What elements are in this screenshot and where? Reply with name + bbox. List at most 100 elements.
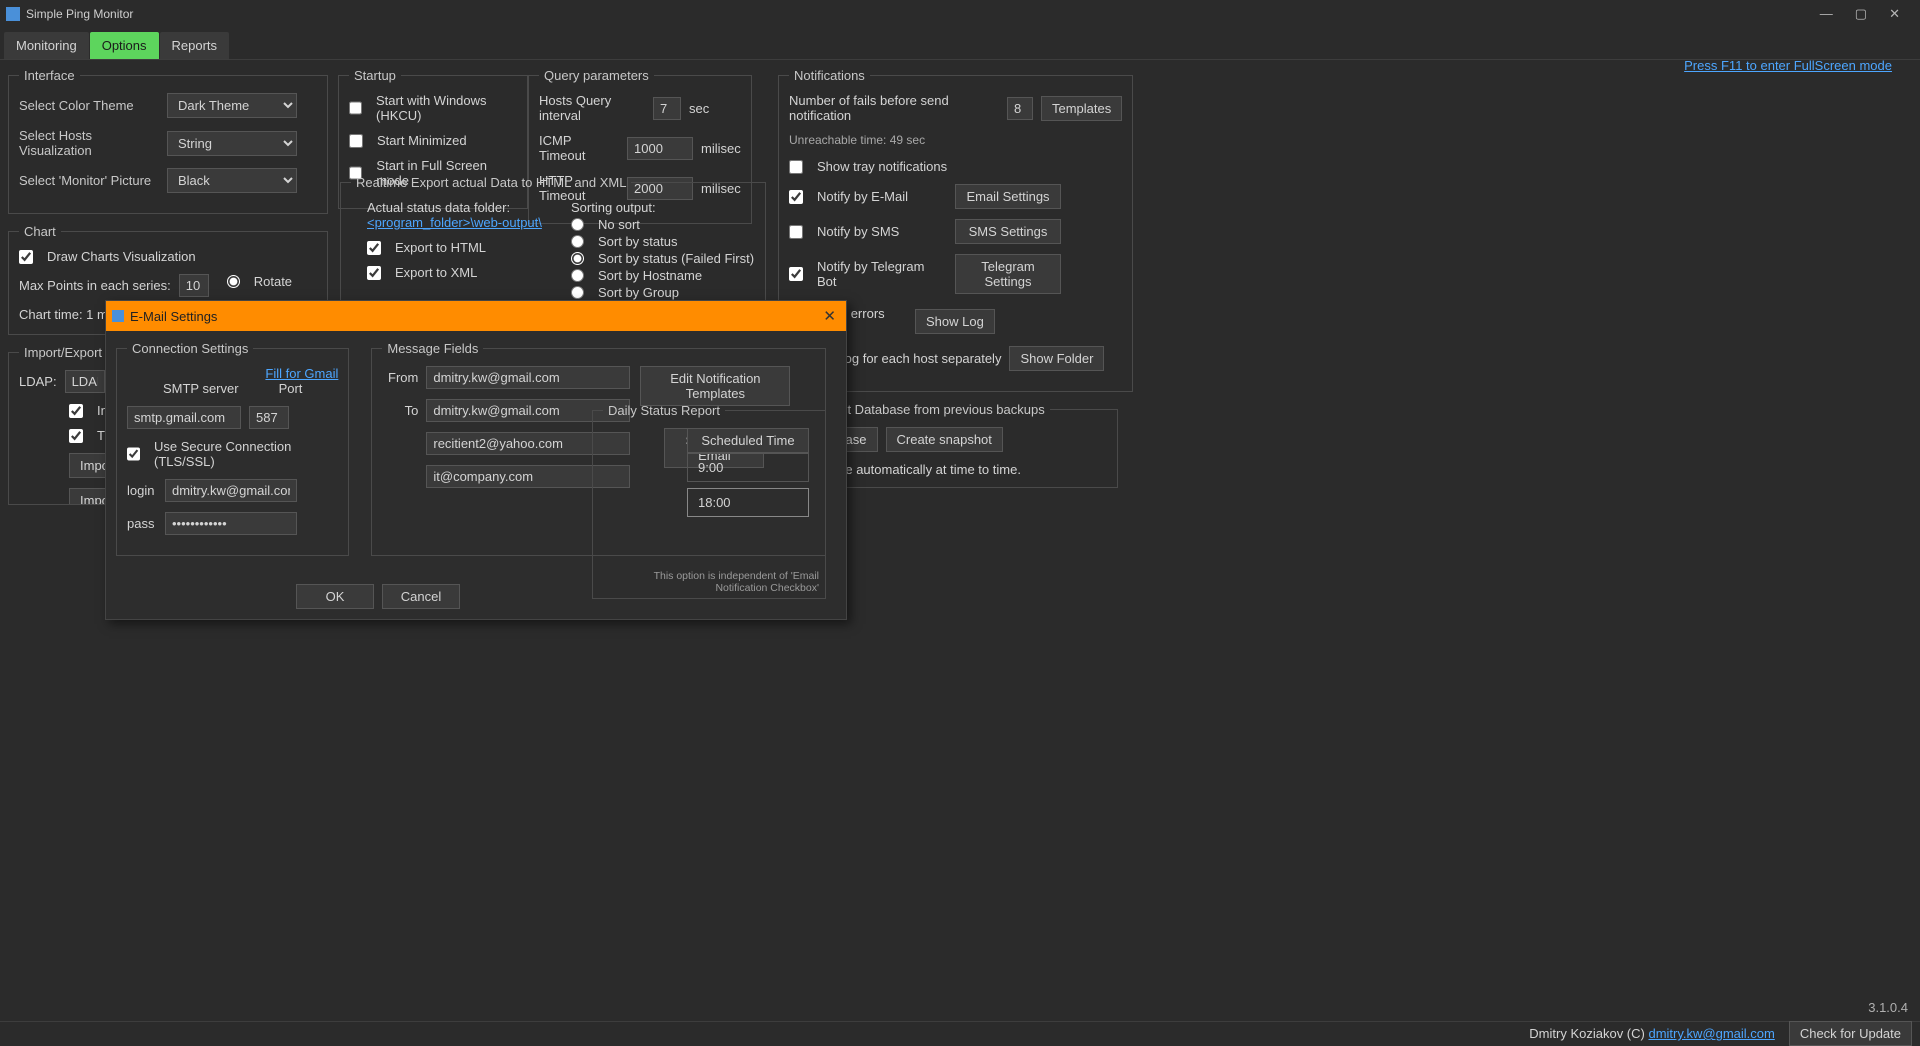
sort-fail-radio[interactable]	[571, 252, 584, 265]
interval-label: Hosts Query interval	[539, 93, 645, 123]
monitor-pic-label: Select 'Monitor' Picture	[19, 173, 159, 188]
start-min-checkbox[interactable]	[349, 134, 363, 148]
daily-note: This option is independent of 'Email Not…	[599, 570, 819, 594]
export-html-checkbox[interactable]	[367, 241, 381, 255]
snapshot-button[interactable]: Create snapshot	[886, 427, 1003, 452]
impexp-legend: Import/Export h	[19, 345, 118, 360]
interval-unit: sec	[689, 101, 709, 116]
fails-input[interactable]	[1007, 97, 1033, 120]
hosts-vis-select[interactable]: String	[167, 131, 297, 156]
daily-report-group: Daily Status Report Scheduled Time 9:00 …	[592, 403, 826, 599]
email-settings-dialog: E-Mail Settings ✕ Connection Settings Fi…	[105, 300, 847, 620]
conn-legend: Connection Settings	[127, 341, 253, 356]
start-min-label: Start Minimized	[377, 133, 467, 148]
interval-input[interactable]	[653, 97, 681, 120]
sms-checkbox[interactable]	[789, 225, 803, 239]
to-label: To	[382, 403, 418, 418]
fullscreen-hint[interactable]: Press F11 to enter FullScreen mode	[1684, 58, 1892, 73]
smtp-label: SMTP server	[163, 381, 239, 396]
query-legend: Query parameters	[539, 68, 654, 83]
login-input[interactable]	[165, 479, 297, 502]
dialog-close-icon[interactable]: ✕	[819, 307, 840, 325]
pass-input[interactable]	[165, 512, 297, 535]
inc-checkbox[interactable]	[69, 404, 83, 418]
smtp-input[interactable]	[127, 406, 241, 429]
draw-charts-checkbox[interactable]	[19, 250, 33, 264]
icmp-label: ICMP Timeout	[539, 133, 619, 163]
export-group: Realtime Export actual Data to HTML and …	[340, 175, 766, 313]
tab-options[interactable]: Options	[90, 32, 159, 59]
tray-label: Show tray notifications	[817, 159, 947, 174]
sort-group-radio[interactable]	[571, 286, 584, 299]
sort-fail-label: Sort by status (Failed First)	[598, 251, 754, 266]
sms-label: Notify by SMS	[817, 224, 947, 239]
export-xml-label: Export to XML	[395, 265, 477, 280]
monitor-pic-select[interactable]: Black	[167, 168, 297, 193]
port-input[interactable]	[249, 406, 289, 429]
draw-charts-label: Draw Charts Visualization	[47, 249, 196, 264]
ldap-input[interactable]	[65, 370, 105, 393]
interface-group: Interface Select Color Theme Dark Theme …	[8, 68, 328, 214]
interface-legend: Interface	[19, 68, 80, 83]
rotate-label: Rotate	[254, 274, 292, 289]
sms-settings-button[interactable]: SMS Settings	[955, 219, 1061, 244]
icmp-input[interactable]	[627, 137, 693, 160]
dialog-titlebar[interactable]: E-Mail Settings ✕	[106, 301, 846, 331]
sched-time-2[interactable]: 18:00	[687, 488, 809, 517]
export-xml-checkbox[interactable]	[367, 266, 381, 280]
close-icon[interactable]: ✕	[1889, 6, 1900, 22]
cancel-button[interactable]: Cancel	[382, 584, 460, 609]
ssl-checkbox[interactable]	[127, 447, 140, 461]
icmp-unit: milisec	[701, 141, 741, 156]
sort-no-radio[interactable]	[571, 218, 584, 231]
tab-bar: Monitoring Options Reports	[0, 28, 1920, 60]
port-label: Port	[279, 381, 303, 396]
max-points-input[interactable]	[179, 274, 209, 297]
sort-group-label: Sort by Group	[598, 285, 679, 300]
author-email[interactable]: dmitry.kw@gmail.com	[1648, 1026, 1774, 1041]
export-html-label: Export to HTML	[395, 240, 486, 255]
sort-label: Sorting output:	[571, 200, 754, 215]
from-label: From	[382, 370, 418, 385]
ok-button[interactable]: OK	[296, 584, 374, 609]
msg-legend: Message Fields	[382, 341, 483, 356]
try-checkbox[interactable]	[69, 429, 83, 443]
start-windows-label: Start with Windows (HKCU)	[376, 93, 517, 123]
max-points-label: Max Points in each series:	[19, 278, 171, 293]
tg-label: Notify by Telegram Bot	[817, 259, 947, 289]
start-windows-checkbox[interactable]	[349, 101, 362, 115]
daily-legend: Daily Status Report	[603, 403, 725, 418]
folder-link[interactable]: <program_folder>\web-output\	[367, 215, 551, 230]
notif-legend: Notifications	[789, 68, 870, 83]
rotate-radio[interactable]	[227, 275, 240, 288]
tray-checkbox[interactable]	[789, 160, 803, 174]
show-log-button[interactable]: Show Log	[915, 309, 995, 334]
email-label: Notify by E-Mail	[817, 189, 947, 204]
folder-label: Actual status data folder:	[367, 200, 551, 215]
sort-host-radio[interactable]	[571, 269, 584, 282]
check-update-button[interactable]: Check for Update	[1789, 1021, 1912, 1046]
tg-settings-button[interactable]: Telegram Settings	[955, 254, 1061, 294]
tg-checkbox[interactable]	[789, 267, 803, 281]
status-bar: Dmitry Koziakov (C) dmitry.kw@gmail.com …	[0, 1021, 1920, 1045]
hosts-vis-label: Select Hosts Visualization	[19, 128, 159, 158]
version-label: 3.1.0.4	[1868, 1000, 1908, 1015]
sched-time-1[interactable]: 9:00	[687, 453, 809, 482]
fill-gmail-link[interactable]: Fill for Gmail	[265, 366, 338, 381]
startup-legend: Startup	[349, 68, 401, 83]
email-checkbox[interactable]	[789, 190, 803, 204]
tab-monitoring[interactable]: Monitoring	[4, 32, 89, 59]
color-theme-select[interactable]: Dark Theme	[167, 93, 297, 118]
sort-status-radio[interactable]	[571, 235, 584, 248]
edit-templates-button[interactable]: Edit Notification Templates	[640, 366, 790, 406]
templates-button[interactable]: Templates	[1041, 96, 1122, 121]
maximize-icon[interactable]: ▢	[1855, 6, 1867, 22]
show-folder-button[interactable]: Show Folder	[1009, 346, 1104, 371]
fails-label: Number of fails before send notification	[789, 93, 999, 123]
minimize-icon[interactable]: —	[1820, 6, 1833, 22]
tab-reports[interactable]: Reports	[160, 32, 230, 59]
email-settings-button[interactable]: Email Settings	[955, 184, 1061, 209]
from-input[interactable]	[426, 366, 630, 389]
login-label: login	[127, 483, 157, 498]
chart-legend: Chart	[19, 224, 61, 239]
